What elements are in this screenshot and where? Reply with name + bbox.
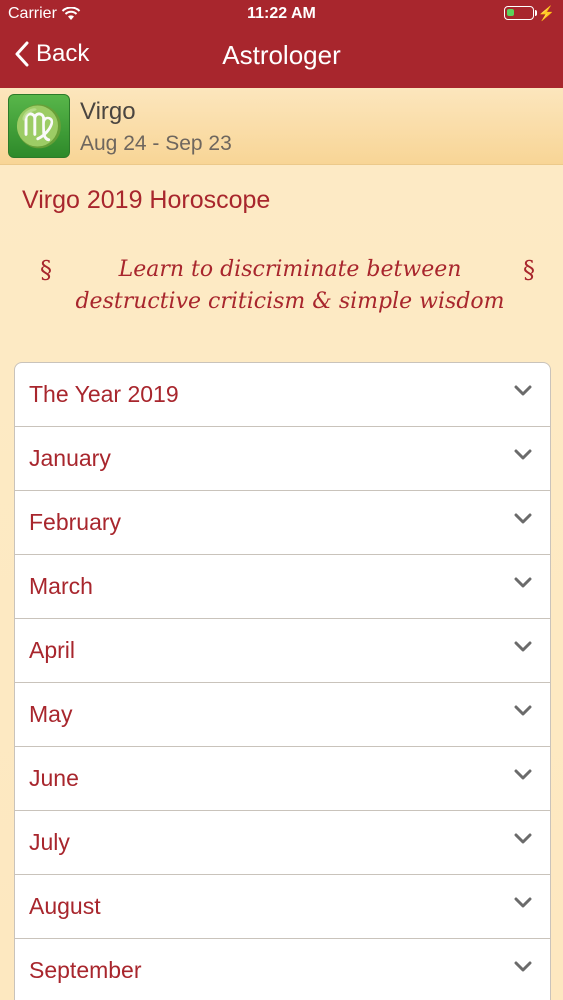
section-list: The Year 2019 January February March Apr… [14, 362, 551, 1000]
quote-block: § Learn to discriminate between destruct… [0, 254, 563, 320]
chevron-down-icon [514, 897, 532, 908]
section-label: February [29, 509, 122, 535]
charging-icon: ⚡ [537, 5, 555, 21]
chevron-down-icon [514, 833, 532, 844]
chevron-down-icon [514, 769, 532, 780]
chevron-down-icon [514, 641, 532, 652]
chevron-down-icon [514, 577, 532, 588]
section-mark-right: § [523, 256, 535, 284]
chevron-down-icon [514, 385, 532, 396]
chevron-down-icon [514, 449, 532, 460]
chevron-down-icon [514, 961, 532, 972]
top-bar: Carrier 11:22 AM ⚡ Back Astrologer [0, 0, 563, 88]
section-label: The Year 2019 [29, 381, 179, 407]
quote-text: Learn to discriminate between destructiv… [75, 257, 505, 314]
section-label: January [29, 445, 111, 471]
horoscope-title: Virgo 2019 Horoscope [22, 186, 271, 214]
battery-icon [503, 6, 537, 20]
section-label: July [29, 829, 70, 855]
page-title: Astrologer [222, 40, 341, 70]
section-label: September [29, 957, 142, 983]
section-label: April [29, 637, 76, 663]
sign-header: ♍ Virgo Aug 24 - Sep 23 [0, 88, 563, 165]
sign-dates: Aug 24 - Sep 23 [80, 132, 232, 155]
section-row-march[interactable]: March [15, 555, 550, 619]
section-row-september[interactable]: September [15, 939, 550, 1000]
section-row-february[interactable]: February [15, 491, 550, 555]
section-label: March [29, 573, 93, 599]
section-mark-left: § [40, 256, 52, 284]
sign-name: Virgo [80, 98, 136, 125]
navigation-bar: Back Astrologer [0, 30, 563, 88]
section-row-april[interactable]: April [15, 619, 550, 683]
battery-level [506, 9, 514, 16]
section-row-august[interactable]: August [15, 875, 550, 939]
section-row-july[interactable]: July [15, 811, 550, 875]
section-row-june[interactable]: June [15, 747, 550, 811]
chevron-down-icon [514, 705, 532, 716]
chevron-down-icon [514, 513, 532, 524]
section-row-year[interactable]: The Year 2019 [15, 363, 550, 427]
status-bar: Carrier 11:22 AM ⚡ [0, 0, 563, 30]
section-label: May [29, 701, 73, 727]
section-row-may[interactable]: May [15, 683, 550, 747]
battery-indicator: ⚡ [503, 5, 555, 21]
virgo-icon: ♍ [8, 94, 70, 158]
clock: 11:22 AM [247, 5, 316, 22]
section-label: June [29, 765, 79, 791]
section-label: August [29, 893, 101, 919]
section-row-january[interactable]: January [15, 427, 550, 491]
